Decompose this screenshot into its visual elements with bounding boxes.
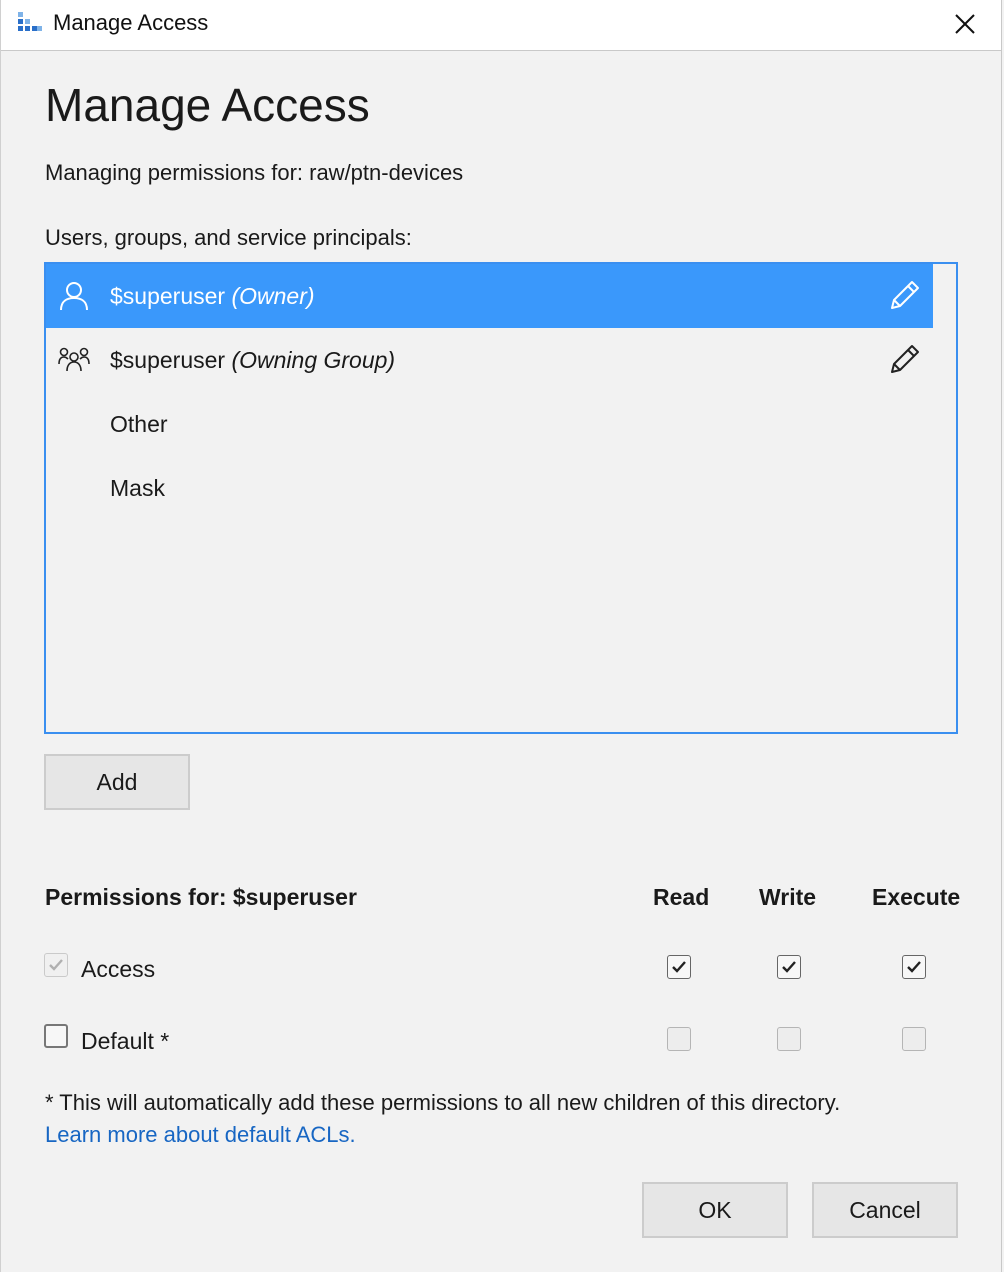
manage-access-window: Manage Access Manage Access Managing per… <box>0 0 1002 1272</box>
principals-list[interactable]: $superuser (Owner) $superuser (Owning Gr… <box>44 262 958 734</box>
edit-pencil-icon[interactable] <box>886 342 922 378</box>
principal-role: (Owner) <box>231 282 315 309</box>
user-icon <box>60 282 88 311</box>
check-icon <box>907 961 921 973</box>
principal-name: $superuser <box>110 346 226 373</box>
principal-name: Mask <box>110 474 165 501</box>
close-button[interactable] <box>943 4 987 44</box>
principals-list-label: Users, groups, and service principals: <box>45 225 412 250</box>
default-checkbox[interactable] <box>44 1024 68 1048</box>
principal-label: $superuser (Owning Group) <box>110 347 395 374</box>
access-read-checkbox[interactable] <box>667 955 691 979</box>
principal-role: (Owning Group) <box>231 346 396 373</box>
edit-pencil-icon[interactable] <box>886 278 922 314</box>
principal-row-mask[interactable]: Mask <box>46 456 933 520</box>
app-icon <box>18 12 42 31</box>
principal-name: Other <box>110 410 168 437</box>
access-write-checkbox[interactable] <box>777 955 801 979</box>
ok-button[interactable]: OK <box>642 1182 788 1238</box>
access-execute-checkbox[interactable] <box>902 955 926 979</box>
check-icon <box>49 959 63 971</box>
principal-name: $superuser <box>110 282 226 309</box>
add-button[interactable]: Add <box>44 754 190 810</box>
learn-more-link[interactable]: Learn more about default ACLs. <box>45 1122 356 1148</box>
check-icon <box>782 961 796 973</box>
principal-row-other[interactable]: Other <box>46 392 933 456</box>
default-read-checkbox <box>667 1027 691 1051</box>
access-checkbox <box>44 953 68 977</box>
page-title: Manage Access <box>45 79 370 131</box>
principal-label: $superuser (Owner) <box>110 283 315 310</box>
check-icon <box>672 961 686 973</box>
window-title: Manage Access <box>53 10 209 35</box>
close-icon[interactable] <box>954 13 976 35</box>
column-header-write: Write <box>759 884 817 910</box>
default-write-checkbox <box>777 1027 801 1051</box>
column-header-execute: Execute <box>872 884 961 910</box>
title-bar: Manage Access <box>1 0 1001 51</box>
principal-row-owner[interactable]: $superuser (Owner) <box>46 264 933 328</box>
permissions-title: Permissions for: $superuser <box>45 884 357 910</box>
column-header-read: Read <box>653 884 710 910</box>
cancel-button[interactable]: Cancel <box>812 1182 958 1238</box>
default-label: Default * <box>81 1028 170 1054</box>
access-label: Access <box>81 956 156 982</box>
principal-row-owning-group[interactable]: $superuser (Owning Group) <box>46 328 933 392</box>
managing-path-label: Managing permissions for: raw/ptn-device… <box>45 160 464 185</box>
default-acl-footnote: * This will automatically add these perm… <box>45 1090 841 1115</box>
default-execute-checkbox <box>902 1027 926 1051</box>
group-icon <box>58 347 90 372</box>
